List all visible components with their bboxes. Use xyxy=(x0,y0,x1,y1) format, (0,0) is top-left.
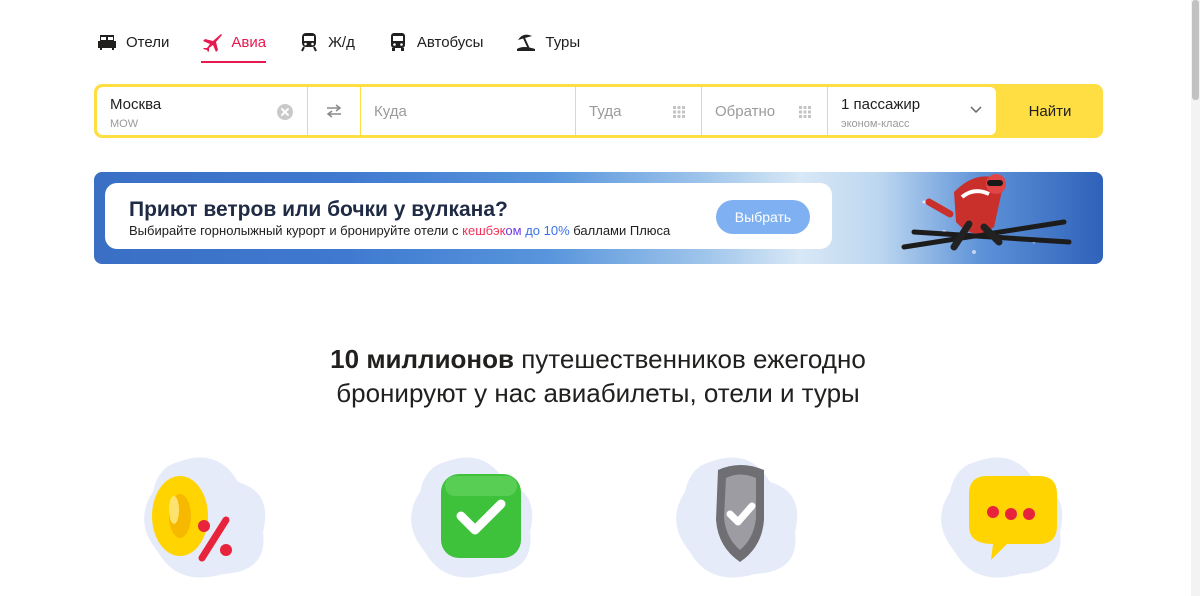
tab-hotels-label: Отели xyxy=(126,33,170,51)
feature-verified xyxy=(405,452,555,596)
calendar-icon xyxy=(799,106,811,118)
promo-description: Выбирайте горнолыжный курорт и бронируйт… xyxy=(129,223,670,238)
skier-illustration xyxy=(901,174,1072,254)
plane-icon xyxy=(201,31,223,53)
green-check-icon xyxy=(411,457,533,578)
return-placeholder: Обратно xyxy=(715,103,776,120)
cashback-percent: до 10% xyxy=(525,223,570,238)
tab-avia-label: Авиа xyxy=(231,33,267,51)
promo-card: Приют ветров или бочки у вулкана? Выбира… xyxy=(105,183,832,249)
swap-button[interactable] xyxy=(308,87,360,135)
promo-text-start: Выбирайте горнолыжный курорт и бронируйт… xyxy=(129,223,463,238)
clear-icon[interactable] xyxy=(277,104,293,120)
promo-text-end: баллами Плюса xyxy=(569,223,671,238)
cashback-word-part2: ом xyxy=(505,223,526,238)
cashback-word-part1: кешбэк xyxy=(462,223,506,238)
tab-buses-label: Автобусы xyxy=(416,33,484,51)
from-field[interactable]: Москва MOW xyxy=(97,87,307,135)
tab-avia[interactable]: Авиа xyxy=(201,30,267,63)
tab-hotels[interactable]: Отели xyxy=(96,30,169,54)
feature-zero-commission xyxy=(138,452,288,596)
beach-umbrella-icon xyxy=(515,31,537,53)
bed-icon xyxy=(96,31,118,53)
feature-secure xyxy=(670,452,820,596)
bus-icon xyxy=(387,31,409,53)
to-field[interactable]: Куда xyxy=(361,87,575,135)
passengers-count: 1 пассажир xyxy=(841,96,921,113)
chat-bubble-icon xyxy=(941,457,1063,578)
page-scrollbar[interactable] xyxy=(1191,0,1200,596)
from-city-code: MOW xyxy=(110,118,139,130)
zero-percent-icon xyxy=(144,457,266,578)
find-button[interactable]: Найти xyxy=(997,84,1103,138)
chevron-down-icon xyxy=(970,106,982,114)
train-icon xyxy=(298,31,320,53)
shield-check-icon xyxy=(676,457,798,578)
tab-tours-label: Туры xyxy=(545,33,581,51)
headline-line1: 10 миллионов путешественников ежегодно xyxy=(0,342,1196,376)
tab-buses[interactable]: Автобусы xyxy=(387,30,484,54)
return-date-field[interactable]: Обратно xyxy=(702,87,827,135)
tab-trains-label: Ж/д xyxy=(328,33,355,51)
flight-search-form: Москва MOW Куда Туда Обратно 1 пассажир … xyxy=(94,84,1103,138)
passengers-select[interactable]: 1 пассажир эконом-класс xyxy=(828,87,996,135)
swap-arrows-icon xyxy=(326,104,342,118)
scrollbar-thumb[interactable] xyxy=(1192,0,1199,100)
service-tabs: Отели Авиа Ж/д Автобусы Туры xyxy=(96,30,612,63)
headline-line2: бронируют у нас авиабилеты, отели и туры xyxy=(336,378,860,408)
to-placeholder: Куда xyxy=(374,103,407,120)
choose-button[interactable]: Выбрать xyxy=(716,200,810,234)
calendar-icon xyxy=(673,106,685,118)
promo-banner[interactable]: Приют ветров или бочки у вулкана? Выбира… xyxy=(94,172,1103,264)
feature-support xyxy=(935,452,1085,596)
headline-line1-rest: путешественников ежегодно xyxy=(514,344,866,374)
cabin-class: эконом-класс xyxy=(841,118,910,130)
promo-title: Приют ветров или бочки у вулкана? xyxy=(129,198,508,221)
stats-headline: 10 миллионов путешественников ежегодно б… xyxy=(0,342,1196,410)
departure-placeholder: Туда xyxy=(589,103,622,120)
headline-bold: 10 миллионов xyxy=(330,344,514,374)
departure-date-field[interactable]: Туда xyxy=(576,87,701,135)
from-city-value: Москва xyxy=(110,96,162,113)
tab-trains[interactable]: Ж/д xyxy=(298,30,355,54)
tab-tours[interactable]: Туры xyxy=(515,30,580,54)
